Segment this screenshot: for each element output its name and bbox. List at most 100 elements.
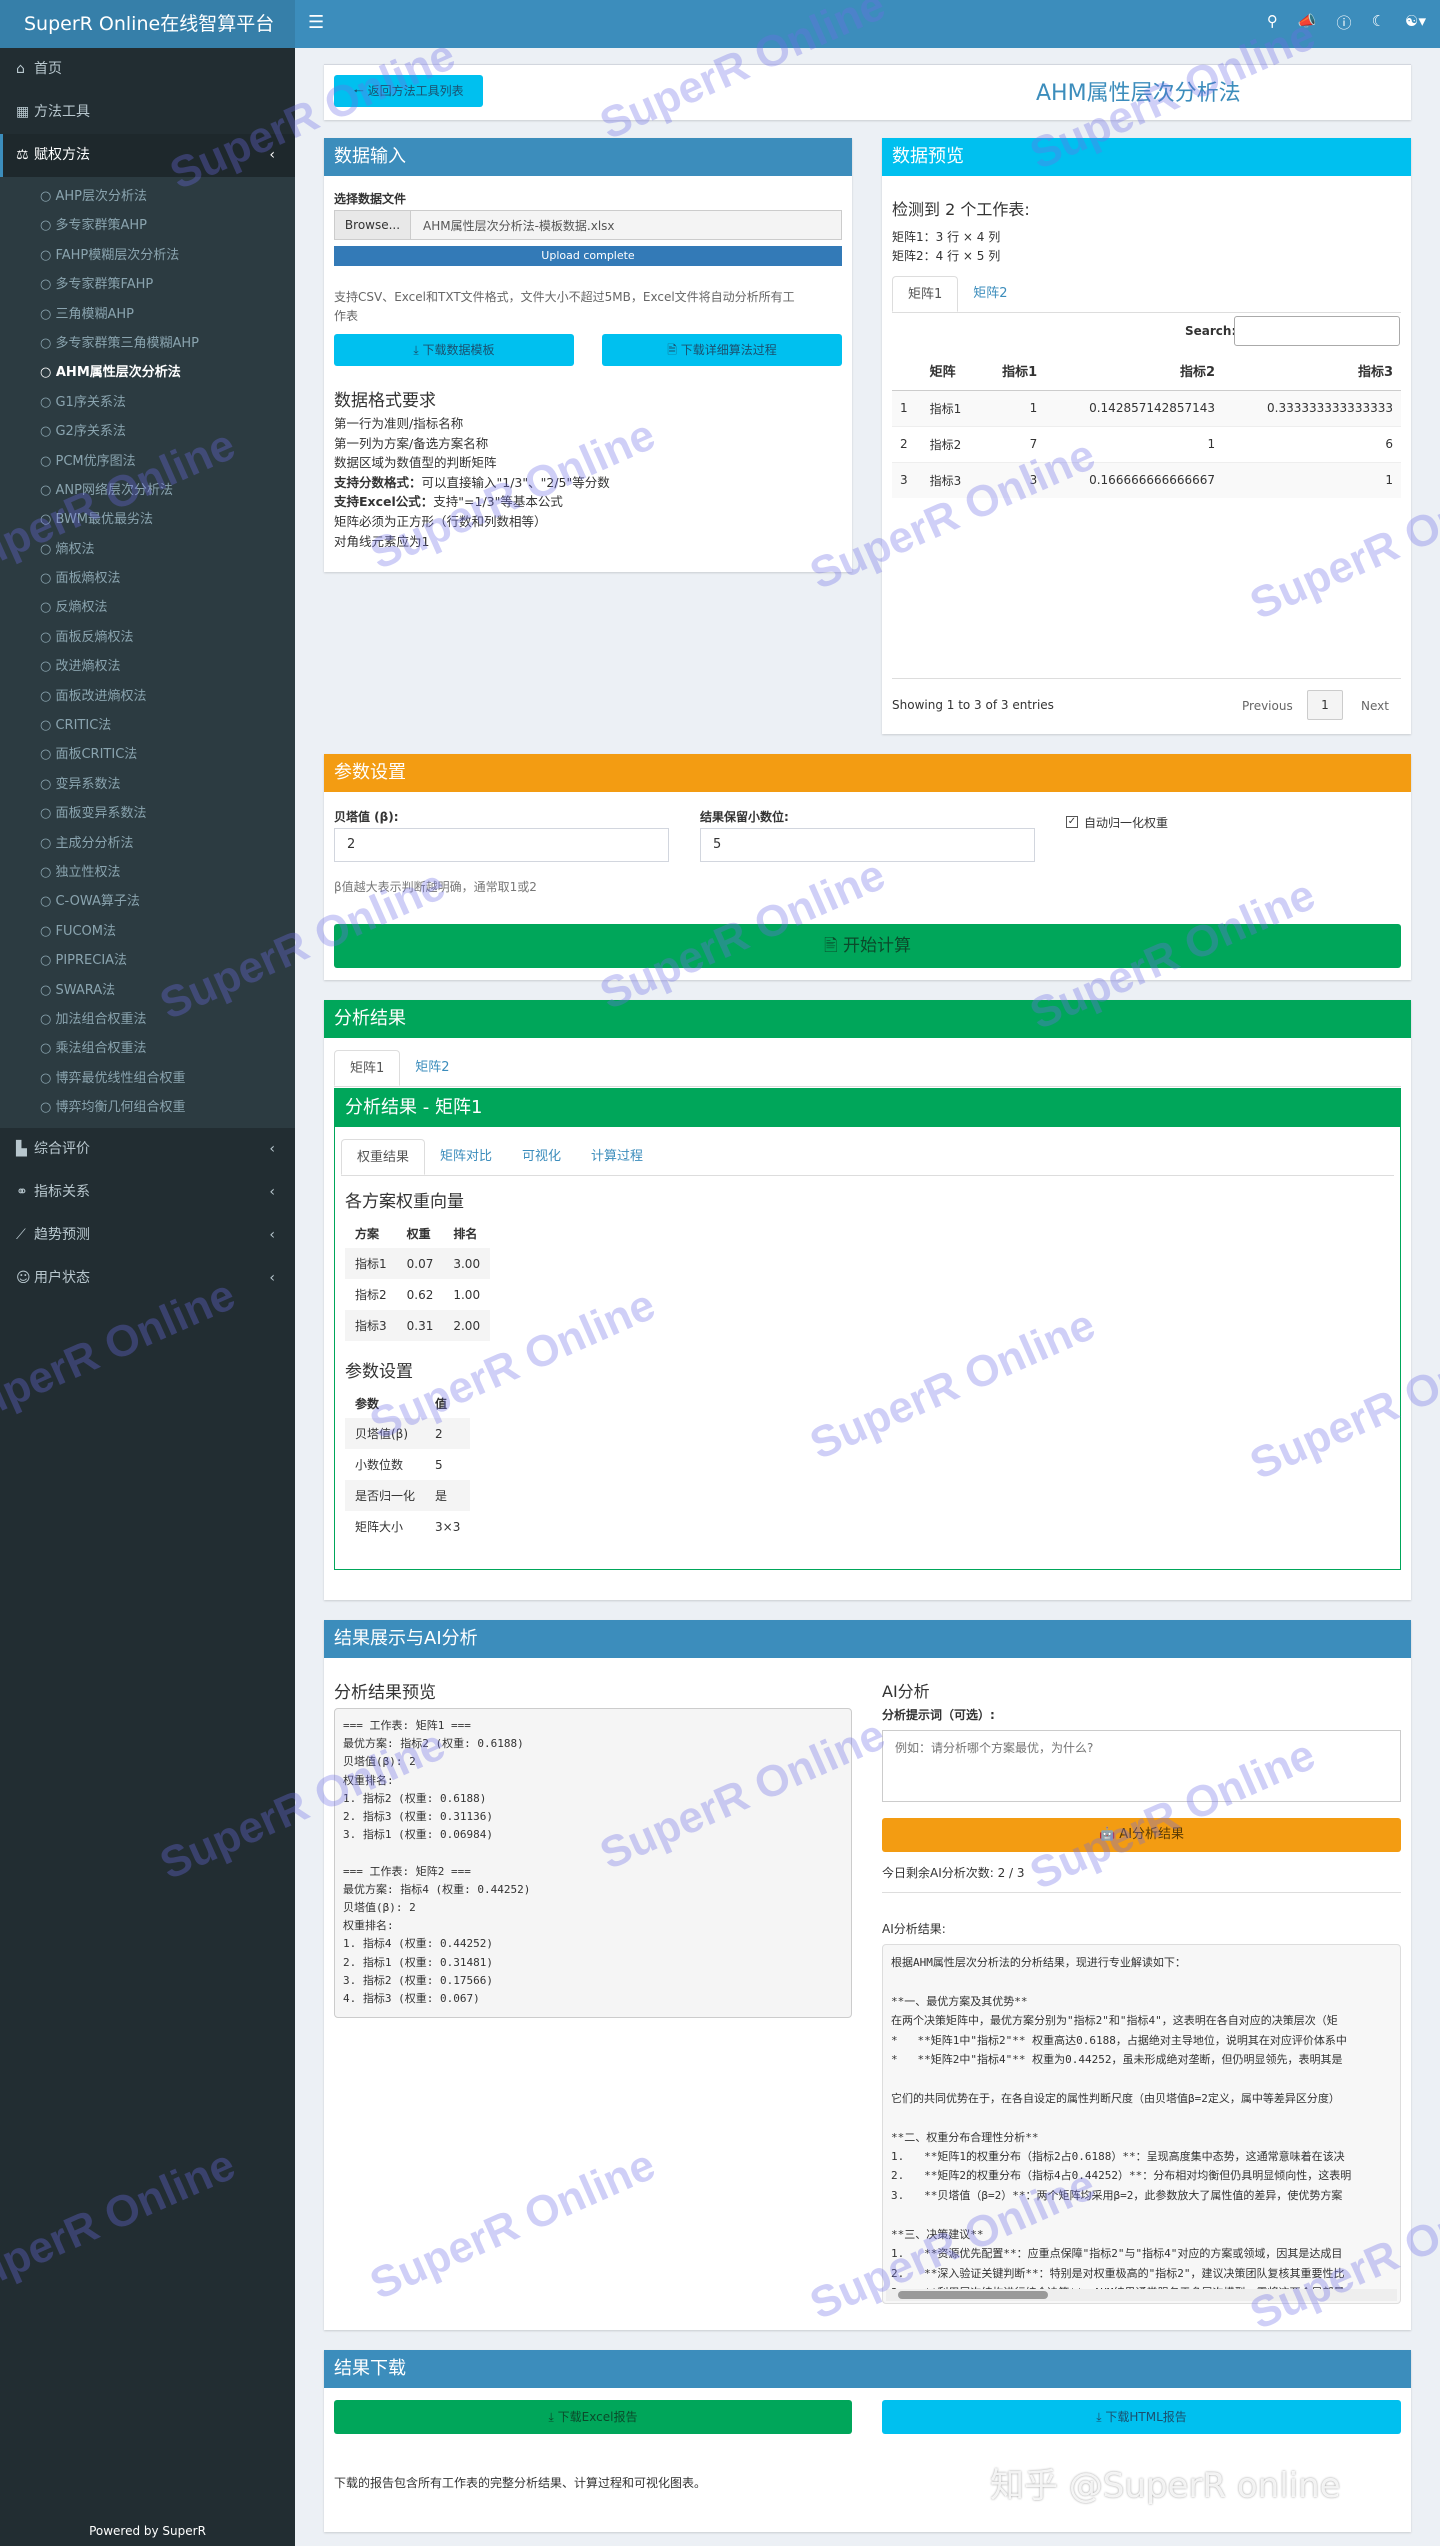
table-header-cell[interactable]: 指标3: [1223, 352, 1401, 391]
users-icon[interactable]: ☯▾: [1405, 12, 1426, 33]
table-header-cell[interactable]: [892, 352, 922, 391]
sidebar-subitem[interactable]: ○ G1序关系法: [0, 388, 295, 417]
sidebar-section-4[interactable]: ☺ 用户状态 ‹: [0, 1257, 295, 1300]
table-header-cell[interactable]: 矩阵: [921, 352, 982, 391]
sidebar-subitem[interactable]: ○ PCM优序图法: [0, 447, 295, 476]
sidebar-subitem[interactable]: ○ 主成分分析法: [0, 829, 295, 858]
sidebar-subitem[interactable]: ○ 三角模糊AHP: [0, 300, 295, 329]
moon-icon[interactable]: ☾: [1372, 12, 1385, 33]
download-html-button[interactable]: ⤓ 下载HTML报告: [882, 2400, 1401, 2434]
tab-calc-process[interactable]: 计算过程: [576, 1139, 658, 1175]
sidebar-subitem[interactable]: ○ ANP网络层次分析法: [0, 476, 295, 505]
table-search-input[interactable]: [1234, 316, 1400, 346]
ai-analyze-button[interactable]: 🤖 AI分析结果: [882, 1818, 1401, 1852]
sidebar-subitem[interactable]: ○ 博弈均衡几何组合权重: [0, 1093, 295, 1122]
back-button[interactable]: 🠐 返回方法工具列表: [334, 75, 483, 107]
sidebar-subitem[interactable]: ○ FUCOM法: [0, 917, 295, 946]
table-cell: 2.00: [443, 1310, 491, 1341]
table-cell: 0.142857142857143: [1045, 389, 1224, 426]
tab-visualize[interactable]: 可视化: [507, 1139, 576, 1175]
download-excel-button[interactable]: ⤓ 下载Excel报告: [334, 2400, 852, 2434]
table-header-cell[interactable]: 指标2: [1045, 352, 1224, 391]
sidebar-subitem[interactable]: ○ 改进熵权法: [0, 652, 295, 681]
data-preview-box: 数据预览 检测到 2 个工作表: 矩阵1：3 行 × 4 列 矩阵2：4 行 ×…: [882, 138, 1411, 734]
circle-icon: ○: [40, 923, 56, 939]
preview-title: 分析结果预览: [334, 1683, 436, 1703]
sidebar-subitem[interactable]: ○ 独立性权法: [0, 858, 295, 887]
sidebar-subitem[interactable]: ○ 面板变异系数法: [0, 799, 295, 828]
tab-result-matrix2[interactable]: 矩阵2: [400, 1050, 464, 1086]
tab-matrix1[interactable]: 矩阵1: [892, 276, 959, 312]
sidebar-subitem[interactable]: ○ PIPRECIA法: [0, 946, 295, 975]
sidebar-subitem[interactable]: ○ 多专家群策AHP: [0, 211, 295, 240]
sidebar-subitem-label: FUCOM法: [55, 923, 117, 939]
table-info: Showing 1 to 3 of 3 entries: [892, 698, 1054, 712]
table-row: 3 指标3 3 0.166666666666667 1: [892, 461, 1401, 498]
sidebar-subitem[interactable]: ○ 多专家群策三角模糊AHP: [0, 329, 295, 358]
help-icon[interactable]: ⓘ: [1337, 12, 1352, 33]
sidebar-subitem[interactable]: ○ CRITIC法: [0, 711, 295, 740]
sidebar-subitem[interactable]: ○ 反熵权法: [0, 593, 295, 622]
ai-remaining-count: 今日剩余AI分析次数: 2 / 3: [882, 1866, 1025, 1880]
table-row: 贝塔值(β) 2: [345, 1418, 471, 1449]
decimal-input[interactable]: 5: [700, 828, 1035, 862]
sidebar-subitem[interactable]: ○ 博弈最优线性组合权重: [0, 1064, 295, 1093]
sidebar-item-1[interactable]: ⌂ 首页: [0, 48, 295, 91]
table-cell: 3.00: [443, 1248, 491, 1279]
prompt-label: 分析提示词（可选）:: [882, 1708, 995, 1722]
ai-analysis-header: 结果展示与AI分析: [324, 1620, 1411, 1658]
table-header-cell[interactable]: 指标1: [981, 352, 1046, 391]
next-page-button[interactable]: Next: [1361, 699, 1389, 713]
tab-result-matrix1[interactable]: 矩阵1: [334, 1050, 401, 1086]
sidebar-section-3[interactable]: ⟋ 趋势预测 ‹: [0, 1214, 295, 1257]
bullhorn-icon[interactable]: 📣: [1298, 12, 1317, 33]
tab-matrix2[interactable]: 矩阵2: [958, 276, 1022, 312]
scrollbar-thumb[interactable]: [898, 2291, 1048, 2299]
circle-icon: ○: [40, 776, 56, 792]
bars-icon[interactable]: ☰: [308, 12, 324, 33]
page-1-button[interactable]: 1: [1307, 690, 1343, 720]
table-cell: 指标2: [355, 1288, 387, 1302]
sidebar-subitem[interactable]: ○ SWARA法: [0, 976, 295, 1005]
tab-weights[interactable]: 权重结果: [341, 1139, 426, 1175]
app-logo[interactable]: SuperR Online在线智算平台: [0, 0, 295, 48]
tab-matrix-compare[interactable]: 矩阵对比: [425, 1139, 507, 1175]
table-cell: 5: [435, 1457, 443, 1472]
sidebar-subitem[interactable]: ○ 面板改进熵权法: [0, 682, 295, 711]
prev-page-button[interactable]: Previous: [1242, 699, 1293, 713]
sidebar-subitem[interactable]: ○ 乘法组合权重法: [0, 1034, 295, 1063]
sidebar-subitem[interactable]: ○ 变异系数法: [0, 770, 295, 799]
table-cell: 1: [892, 389, 922, 426]
sidebar-subitem[interactable]: ○ 熵权法: [0, 535, 295, 564]
normalize-checkbox[interactable]: ✓: [1066, 816, 1078, 828]
download-process-button[interactable]: 🗎 下载详细算法过程: [602, 334, 842, 366]
sidebar-subitem[interactable]: ○ 多专家群策FAHP: [0, 270, 295, 299]
sidebar-section-1[interactable]: ▙ 综合评价 ‹: [0, 1128, 295, 1171]
ai-result-scrollbar[interactable]: [886, 2289, 1397, 2301]
download-template-button[interactable]: ⤓ 下载数据模板: [334, 334, 574, 366]
sidebar-subitem[interactable]: ○ 面板熵权法: [0, 564, 295, 593]
sidebar-subitem[interactable]: ○ BWM最优最劣法: [0, 505, 295, 534]
sidebar-subitem-label: FAHP模糊层次分析法: [55, 247, 180, 263]
beta-input[interactable]: 2: [334, 828, 669, 862]
sidebar-subitem[interactable]: ○ G2序关系法: [0, 417, 295, 446]
sidebar-subitem[interactable]: ○ FAHP模糊层次分析法: [0, 241, 295, 270]
ai-prompt-textarea[interactable]: [882, 1730, 1401, 1802]
search-icon[interactable]: ⚲: [1267, 12, 1278, 33]
results-sheet-tabs: 矩阵1 矩阵2: [334, 1050, 1401, 1087]
sidebar-subitem[interactable]: ○ AHP层次分析法: [0, 182, 295, 211]
sidebar-item-2[interactable]: ▦ 方法工具: [0, 91, 295, 134]
sidebar-item-3[interactable]: ⚖ 赋权方法 ‹: [0, 134, 295, 177]
sidebar-subitem[interactable]: ○ 面板CRITIC法: [0, 740, 295, 769]
sidebar-subitem[interactable]: ○ AHM属性层次分析法: [0, 358, 295, 387]
sidebar-subitem-label: 多专家群策AHP: [55, 218, 147, 234]
sidebar-subitem[interactable]: ○ C-OWA算子法: [0, 887, 295, 916]
sidebar-section-2[interactable]: ⚭ 指标关系 ‹: [0, 1171, 295, 1214]
sidebar-subitem[interactable]: ○ 面板反熵权法: [0, 623, 295, 652]
sidebar-subitem[interactable]: ○ 加法组合权重法: [0, 1005, 295, 1034]
file-input[interactable]: Browse... AHM属性层次分析法-模板数据.xlsx: [334, 210, 842, 240]
params-header: 参数设置: [324, 754, 1411, 792]
start-calc-button[interactable]: 🖹 开始计算: [334, 924, 1401, 968]
browse-button[interactable]: Browse...: [335, 211, 411, 239]
table-row: 2 指标2 7 1 6: [892, 425, 1401, 462]
